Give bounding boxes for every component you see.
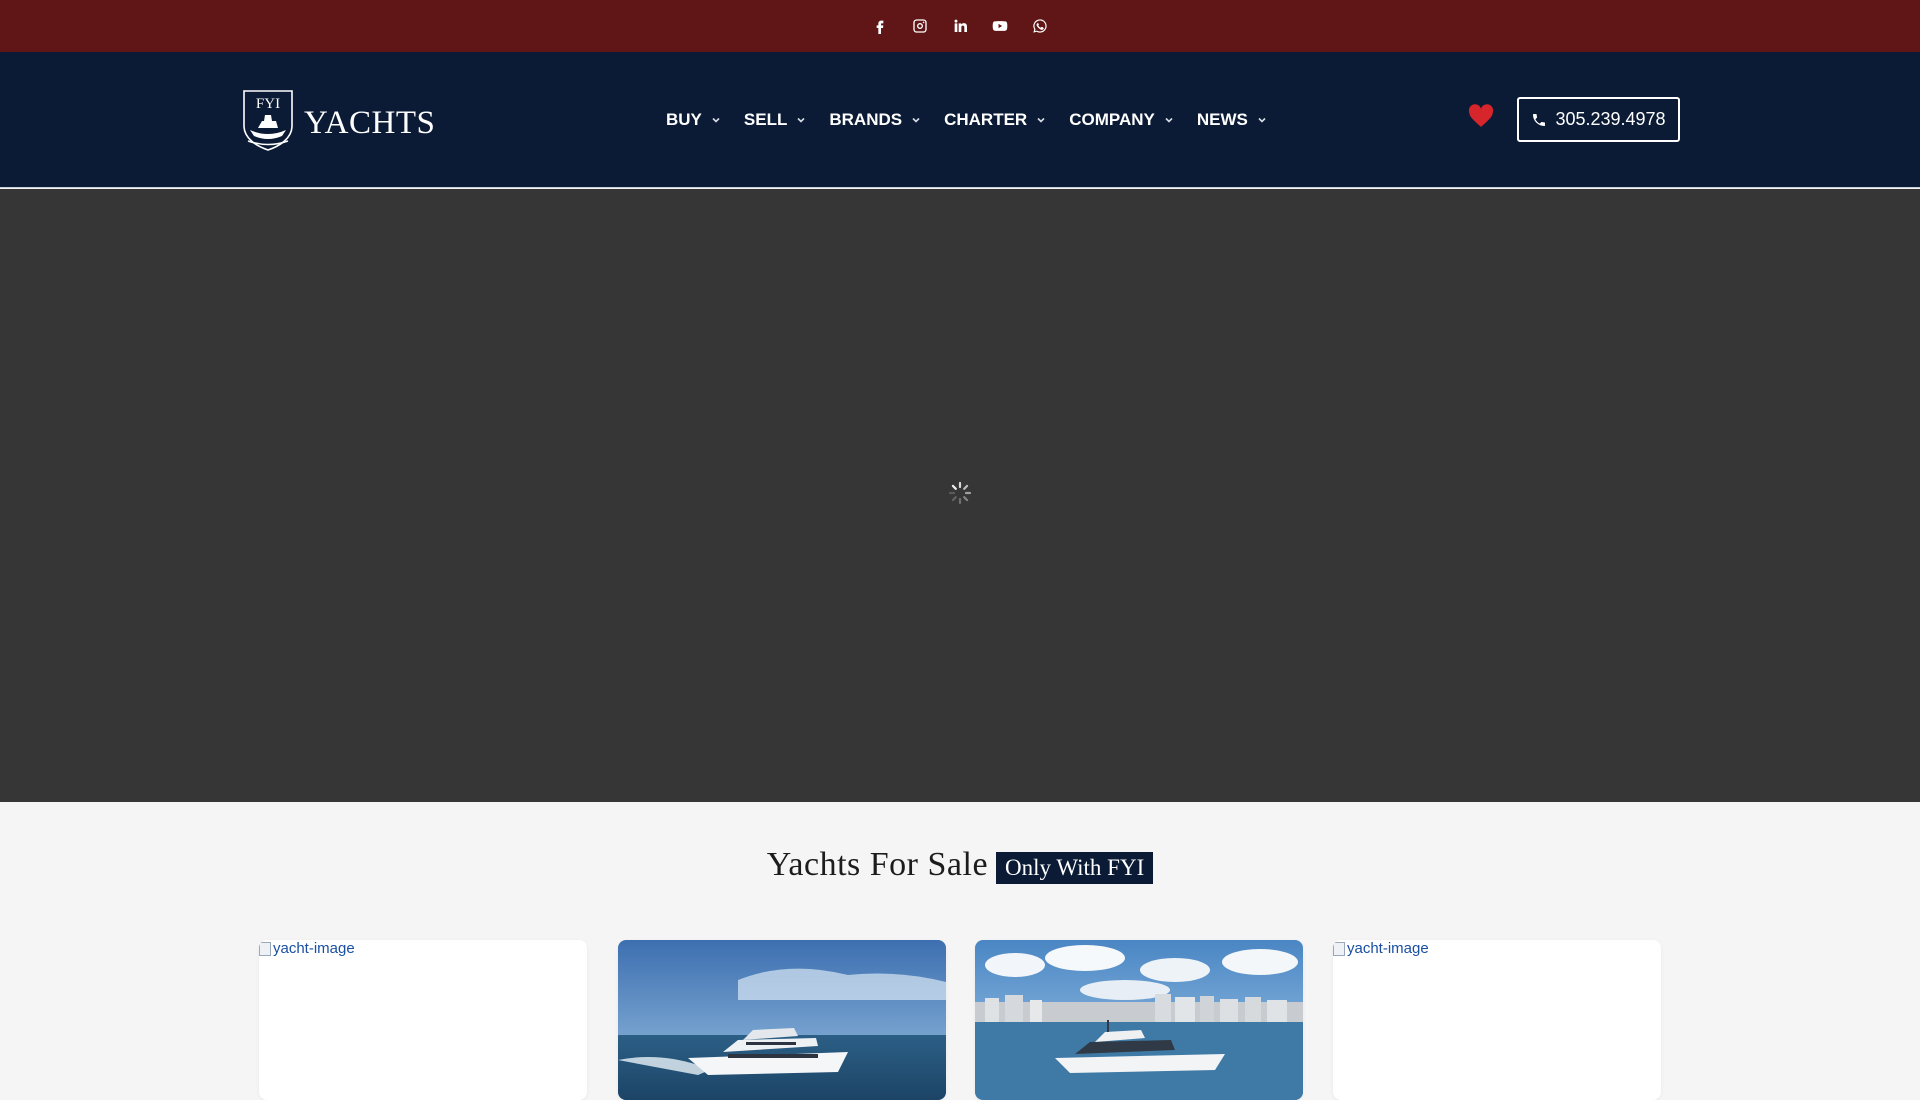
nav-buy[interactable]: BUY	[666, 110, 721, 130]
main-nav: BUY SELL BRANDS CHARTER COMPANY NEWS	[666, 52, 1290, 188]
yacht-photo	[618, 940, 946, 1100]
nav-label: NEWS	[1196, 110, 1248, 129]
nav-label: BUY	[666, 110, 702, 129]
section-tag: Only With FYI	[996, 852, 1154, 884]
site-header: FYI YACHTS BUY SELL BRANDS CHARTER COMPA…	[0, 52, 1920, 188]
linkedin-icon[interactable]	[949, 15, 971, 37]
yacht-card[interactable]: yacht-image	[259, 940, 587, 1100]
nav-label: COMPANY	[1069, 110, 1155, 129]
yacht-photo	[975, 940, 1303, 1100]
nav-charter[interactable]: CHARTER	[944, 110, 1046, 130]
nav-news[interactable]: NEWS	[1197, 110, 1267, 130]
yacht-card[interactable]	[618, 940, 946, 1100]
broken-image: yacht-image	[259, 940, 355, 957]
nav-label: CHARTER	[944, 110, 1028, 129]
chevron-down-icon	[711, 110, 721, 130]
broken-image: yacht-image	[1333, 940, 1429, 957]
site-logo[interactable]: FYI YACHTS	[240, 88, 435, 152]
youtube-icon[interactable]	[989, 15, 1011, 37]
hero-slider	[0, 189, 1920, 802]
image-alt-text: yacht-image	[1347, 940, 1429, 957]
broken-image-icon	[259, 941, 271, 956]
nav-brands[interactable]: BRANDS	[829, 110, 921, 130]
chevron-down-icon	[911, 110, 921, 130]
nav-label: BRANDS	[829, 110, 903, 129]
nav-sell[interactable]: SELL	[744, 110, 806, 130]
facebook-icon[interactable]	[869, 15, 891, 37]
favorites-heart-icon[interactable]	[1468, 104, 1494, 130]
phone-number: 305.239.4978	[1555, 109, 1666, 129]
yacht-cards: yacht-image yacht-image	[259, 940, 1661, 1100]
phone-button[interactable]: 305.239.4978	[1517, 97, 1680, 142]
yacht-card[interactable]	[975, 940, 1303, 1100]
yacht-card[interactable]: yacht-image	[1333, 940, 1661, 1100]
nav-company[interactable]: COMPANY	[1069, 110, 1174, 130]
phone-icon	[1533, 113, 1546, 126]
broken-image-icon	[1333, 941, 1345, 956]
chevron-down-icon	[1036, 110, 1046, 130]
section-heading: Yachts For Sale Only With FYI	[0, 846, 1920, 884]
logo-crest-icon: FYI	[243, 90, 293, 151]
nav-label: SELL	[743, 110, 788, 129]
chevron-down-icon	[1164, 110, 1174, 130]
image-alt-text: yacht-image	[273, 940, 355, 957]
social-bar	[0, 0, 1920, 52]
logo-wordmark: YACHTS	[304, 104, 436, 141]
section-title: Yachts For Sale	[766, 846, 989, 883]
chevron-down-icon	[1257, 110, 1267, 130]
whatsapp-icon[interactable]	[1029, 15, 1051, 37]
svg-text:FYI: FYI	[256, 96, 280, 112]
chevron-down-icon	[796, 110, 806, 130]
loading-spinner-icon	[948, 481, 972, 505]
instagram-icon[interactable]	[909, 15, 931, 37]
